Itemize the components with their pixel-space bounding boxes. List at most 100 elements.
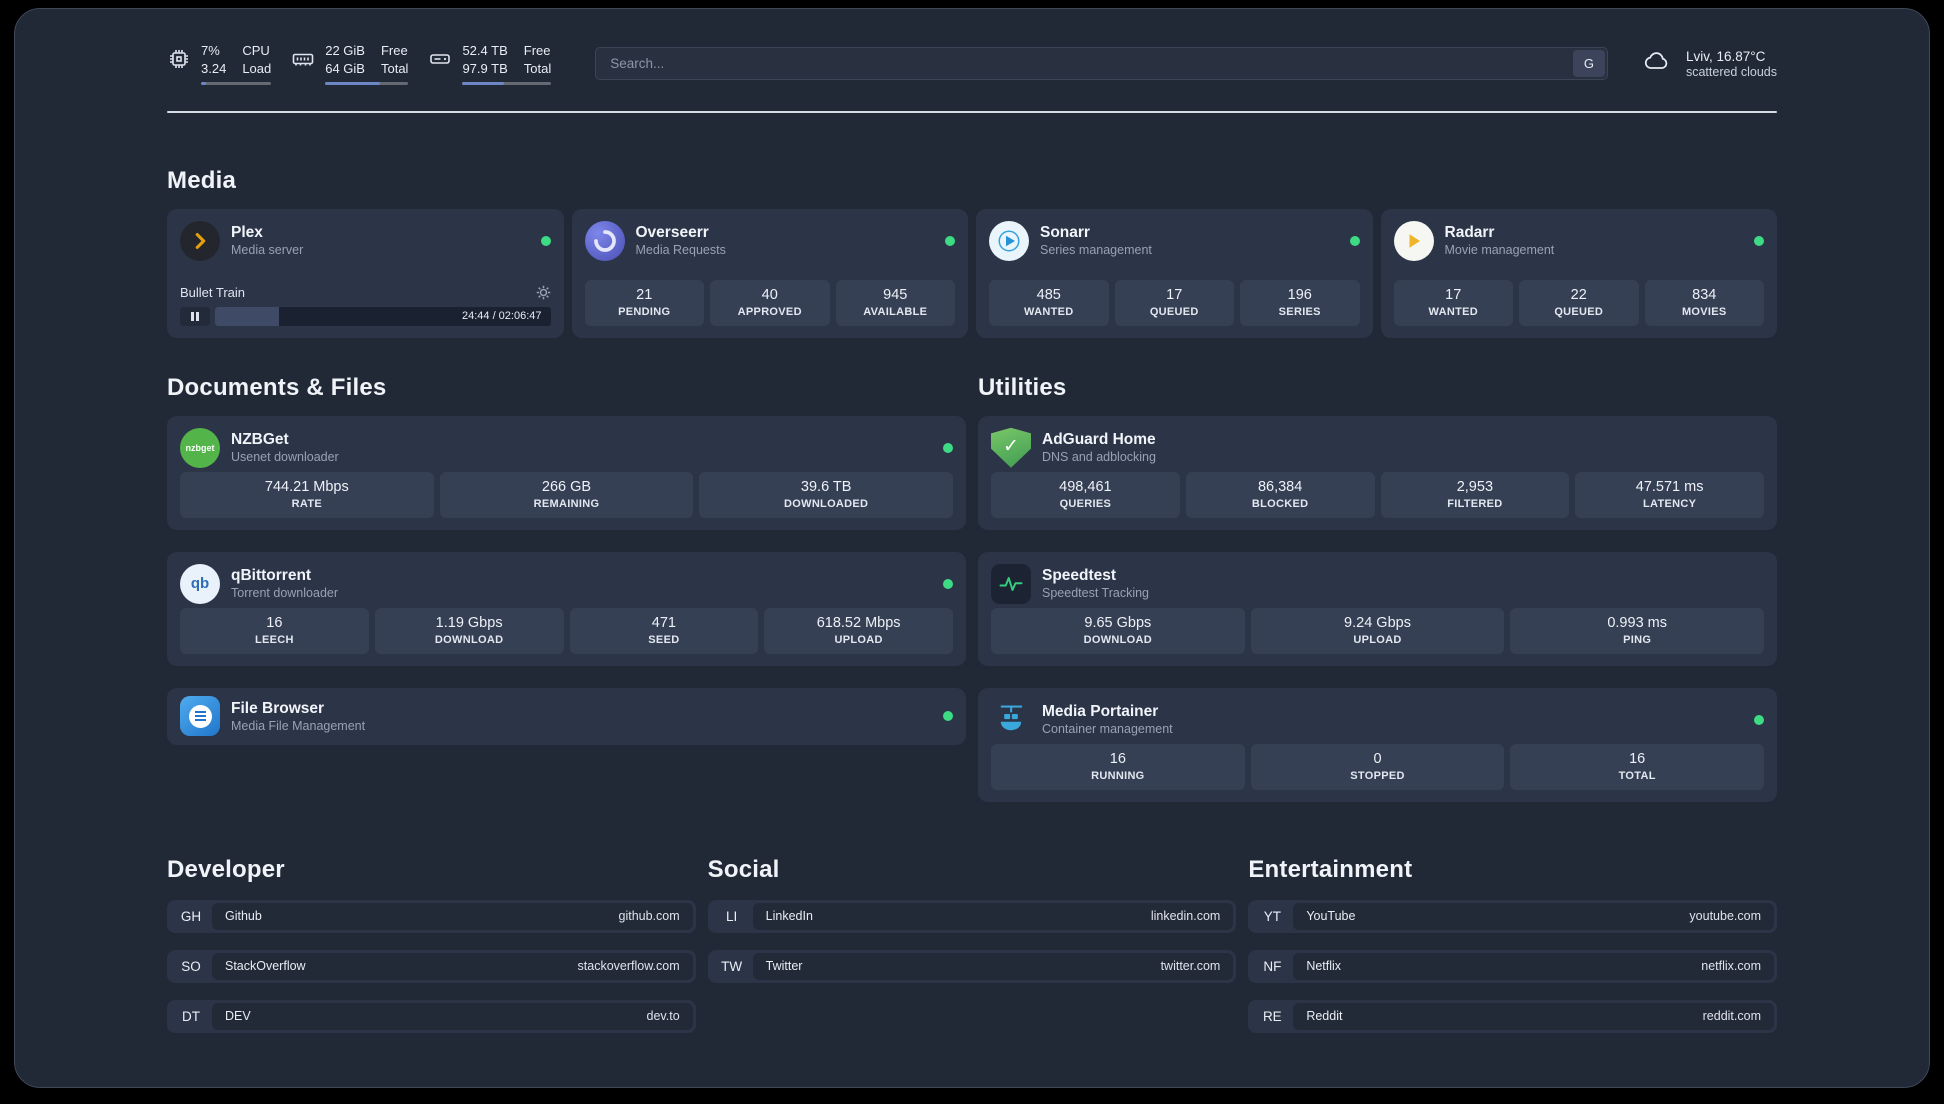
stat-value: 47.571 ms [1635,478,1704,495]
stat-tile: 16 TOTAL [1510,743,1765,790]
bookmark-group-social: Social LI LinkedIn linkedin.com TW Twitt… [707,856,1237,1033]
stat-value: 17 [1445,286,1462,303]
stat-tile: 744.21 Mbps RATE [180,471,434,518]
stat-value: 744.21 Mbps [264,478,349,495]
app-name: Sonarr [1040,224,1090,242]
section-title-entertainment: Entertainment [1248,855,1413,883]
app-name: AdGuard Home [1042,431,1156,449]
bookmark-abbr: RE [1262,1008,1282,1024]
adguard-shield-icon: ✓ [991,427,1031,468]
status-dot [1349,235,1360,246]
bookmark-abbr: TW [721,958,743,974]
status-dot [943,578,953,589]
stat-label: TOTAL [1618,769,1656,782]
stat-value: 485 [1036,286,1061,303]
stat-value: 2,953 [1456,478,1494,495]
app-card-radarr[interactable]: Radarr Movie management 17 WANTED 22 QUE… [1380,208,1777,338]
stat-value: 498,461 [1059,478,1112,495]
sonarr-icon [989,220,1029,261]
cloud-icon [1638,47,1674,80]
app-name: File Browser [231,699,325,717]
stat-tile: 21 PENDING [584,279,704,326]
gear-icon[interactable] [536,285,551,300]
overseerr-icon [584,220,625,261]
app-card-qbittorrent[interactable]: qb qBittorrent Torrent downloader 16 LEE… [167,551,966,666]
weather-location: Lviv, 16.87°C [1685,48,1766,64]
bookmark-github[interactable]: GH Github github.com [167,899,696,933]
search-engine-button[interactable]: G [1572,50,1605,78]
stat-label: QUEUED [1149,305,1199,318]
stat-label: FILTERED [1447,497,1503,510]
app-card-portainer[interactable]: Media Portainer Container management 16 … [978,687,1777,802]
disk-usage-bar [462,81,552,85]
stat-label: WANTED [1428,305,1478,318]
bookmark-domain: dev.to [646,1009,680,1024]
stat-label: DOWNLOAD [434,633,504,646]
app-card-adguard[interactable]: ✓ AdGuard Home DNS and adblocking 498,46… [978,415,1777,530]
status-dot [943,711,953,722]
bookmark-domain: github.com [618,909,680,924]
cpu-label-bottom: Load [242,60,272,76]
app-name: Radarr [1444,224,1495,242]
app-subtitle: Media Requests [635,243,726,258]
stat-value: 16 [1629,750,1646,767]
bookmark-stackoverflow[interactable]: SO StackOverflow stackoverflow.com [167,949,696,983]
app-card-overseerr[interactable]: Overseerr Media Requests 21 PENDING 40 A… [571,208,968,338]
bookmark-abbr: DT [182,1008,200,1024]
stat-value: 471 [651,614,676,631]
stat-label: QUEUED [1554,305,1604,318]
cpu-usage-value: 7% [201,43,220,58]
app-card-sonarr[interactable]: Sonarr Series management 485 WANTED 17 Q… [976,208,1373,338]
playback-time: 24:44 / 02:06:47 [461,310,542,323]
status-dot [1754,714,1764,725]
bookmark-abbr: SO [181,958,201,974]
search-input[interactable] [595,47,1608,81]
stat-label: SERIES [1278,305,1321,318]
app-card-nzbget[interactable]: nzbget NZBGet Usenet downloader 744.21 M… [167,415,966,530]
bookmark-dev[interactable]: DT DEV dev.to [167,999,696,1033]
stat-value: 86,384 [1257,478,1303,495]
memory-icon [291,47,315,71]
stat-label: REMAINING [533,497,600,510]
disk-total-value: 97.9 TB [462,60,508,76]
plex-icon [180,220,220,261]
disk-usage-bar-fill [462,81,505,85]
radarr-icon [1393,220,1434,261]
bookmark-linkedin[interactable]: LI LinkedIn linkedin.com [707,899,1237,933]
stat-value: 9.24 Gbps [1344,614,1411,631]
app-card-plex[interactable]: Plex Media server Bullet Train 24:44 / 0… [167,208,564,338]
cpu-usage-bar-fill [201,81,206,85]
cpu-icon [167,47,191,71]
stat-value: 22 [1570,286,1587,303]
cpu-label-top: CPU [242,43,270,58]
bookmark-youtube[interactable]: YT YouTube youtube.com [1248,899,1777,933]
stat-tile: 0.993 ms PING [1510,607,1765,654]
pause-button[interactable] [180,306,210,326]
app-card-filebrowser[interactable]: File Browser Media File Management [167,687,966,745]
app-subtitle: DNS and adblocking [1042,450,1156,465]
playback-progress-bar[interactable]: 24:44 / 02:06:47 [215,306,551,326]
bookmark-netflix[interactable]: NF Netflix netflix.com [1248,949,1777,983]
section-utilities: Utilities ✓ AdGuard Home DNS and adblock… [978,374,1777,802]
stat-label: PING [1623,633,1652,646]
bookmark-reddit[interactable]: RE Reddit reddit.com [1248,999,1777,1033]
bookmark-twitter[interactable]: TW Twitter twitter.com [707,949,1237,983]
stat-label: MOVIES [1681,305,1727,318]
app-card-speedtest[interactable]: Speedtest Speedtest Tracking 9.65 Gbps D… [978,551,1777,666]
stat-value: 17 [1166,286,1183,303]
stat-tile: 834 MOVIES [1644,279,1764,326]
memory-free-value: 22 GiB [325,43,365,58]
stat-value: 945 [883,286,908,303]
memory-total-value: 64 GiB [325,60,365,76]
stat-value: 39.6 TB [800,478,852,495]
stat-value: 618.52 Mbps [816,614,901,631]
portainer-icon [991,700,1031,740]
stat-label: QUERIES [1059,497,1112,510]
bookmark-domain: stackoverflow.com [577,959,680,974]
bookmark-domain: netflix.com [1701,959,1761,974]
stat-value: 9.65 Gbps [1084,614,1152,631]
media-grid: Plex Media server Bullet Train 24:44 / 0… [167,208,1777,338]
stat-label: PENDING [618,305,671,318]
stat-value: 0 [1373,750,1382,767]
stat-label: DOWNLOAD [1083,633,1153,646]
